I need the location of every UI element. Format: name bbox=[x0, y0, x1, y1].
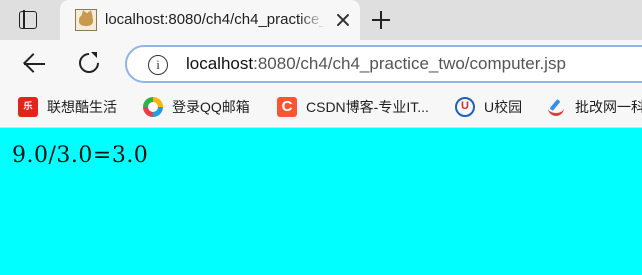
page-content: 9.0/3.0=3.0 bbox=[0, 129, 642, 275]
close-tab-icon[interactable] bbox=[336, 13, 350, 27]
tab-actions-icon[interactable] bbox=[19, 10, 37, 29]
bookmark-pigai[interactable]: 批改网一科 bbox=[546, 96, 642, 118]
browser-toolbar: i localhost:8080/ch4/ch4_practice_two/co… bbox=[0, 40, 642, 88]
new-tab-icon[interactable] bbox=[372, 11, 390, 29]
url-host: localhost bbox=[186, 54, 254, 73]
site-info-icon[interactable]: i bbox=[148, 55, 168, 75]
bookmark-label: U校园 bbox=[484, 99, 523, 115]
bookmark-label: 登录QQ邮箱 bbox=[172, 99, 250, 115]
tomcat-favicon-icon bbox=[75, 9, 97, 31]
url-path: :8080/ch4/ch4_practice_two/computer.jsp bbox=[253, 54, 566, 73]
lenovo-icon: 乐 bbox=[18, 97, 38, 117]
bookmark-label: 联想酷生活 bbox=[47, 99, 117, 115]
bookmark-csdn[interactable]: C CSDN博客-专业IT... bbox=[277, 96, 429, 118]
bookmark-label: CSDN博客-专业IT... bbox=[306, 99, 429, 115]
reload-icon[interactable] bbox=[74, 48, 104, 78]
csdn-icon: C bbox=[277, 97, 297, 117]
browser-tab-active[interactable]: localhost:8080/ch4/ch4_practice_two/comp… bbox=[60, 0, 360, 40]
bookmark-label: 批改网一科 bbox=[575, 99, 642, 115]
bookmark-ucampus[interactable]: U U校园 bbox=[455, 96, 522, 118]
bookmarks-bar: 乐 联想酷生活 登录QQ邮箱 C CSDN博客-专业IT... U U校园 批改… bbox=[0, 88, 642, 128]
tab-strip: localhost:8080/ch4/ch4_practice_two/comp… bbox=[0, 0, 642, 40]
bookmark-lenovo[interactable]: 乐 联想酷生活 bbox=[18, 96, 117, 118]
ucampus-icon: U bbox=[455, 97, 475, 117]
bookmark-qq-mail[interactable]: 登录QQ邮箱 bbox=[143, 96, 250, 118]
url-text[interactable]: localhost:8080/ch4/ch4_practice_two/comp… bbox=[186, 54, 566, 74]
pigai-icon bbox=[546, 97, 566, 117]
address-bar[interactable]: i localhost:8080/ch4/ch4_practice_two/co… bbox=[125, 45, 642, 83]
qq-mail-icon bbox=[143, 97, 163, 117]
tab-title: localhost:8080/ch4/ch4_practice_two/comp… bbox=[105, 11, 325, 28]
computation-result: 9.0/3.0=3.0 bbox=[12, 143, 149, 168]
back-arrow-icon[interactable] bbox=[22, 53, 48, 75]
